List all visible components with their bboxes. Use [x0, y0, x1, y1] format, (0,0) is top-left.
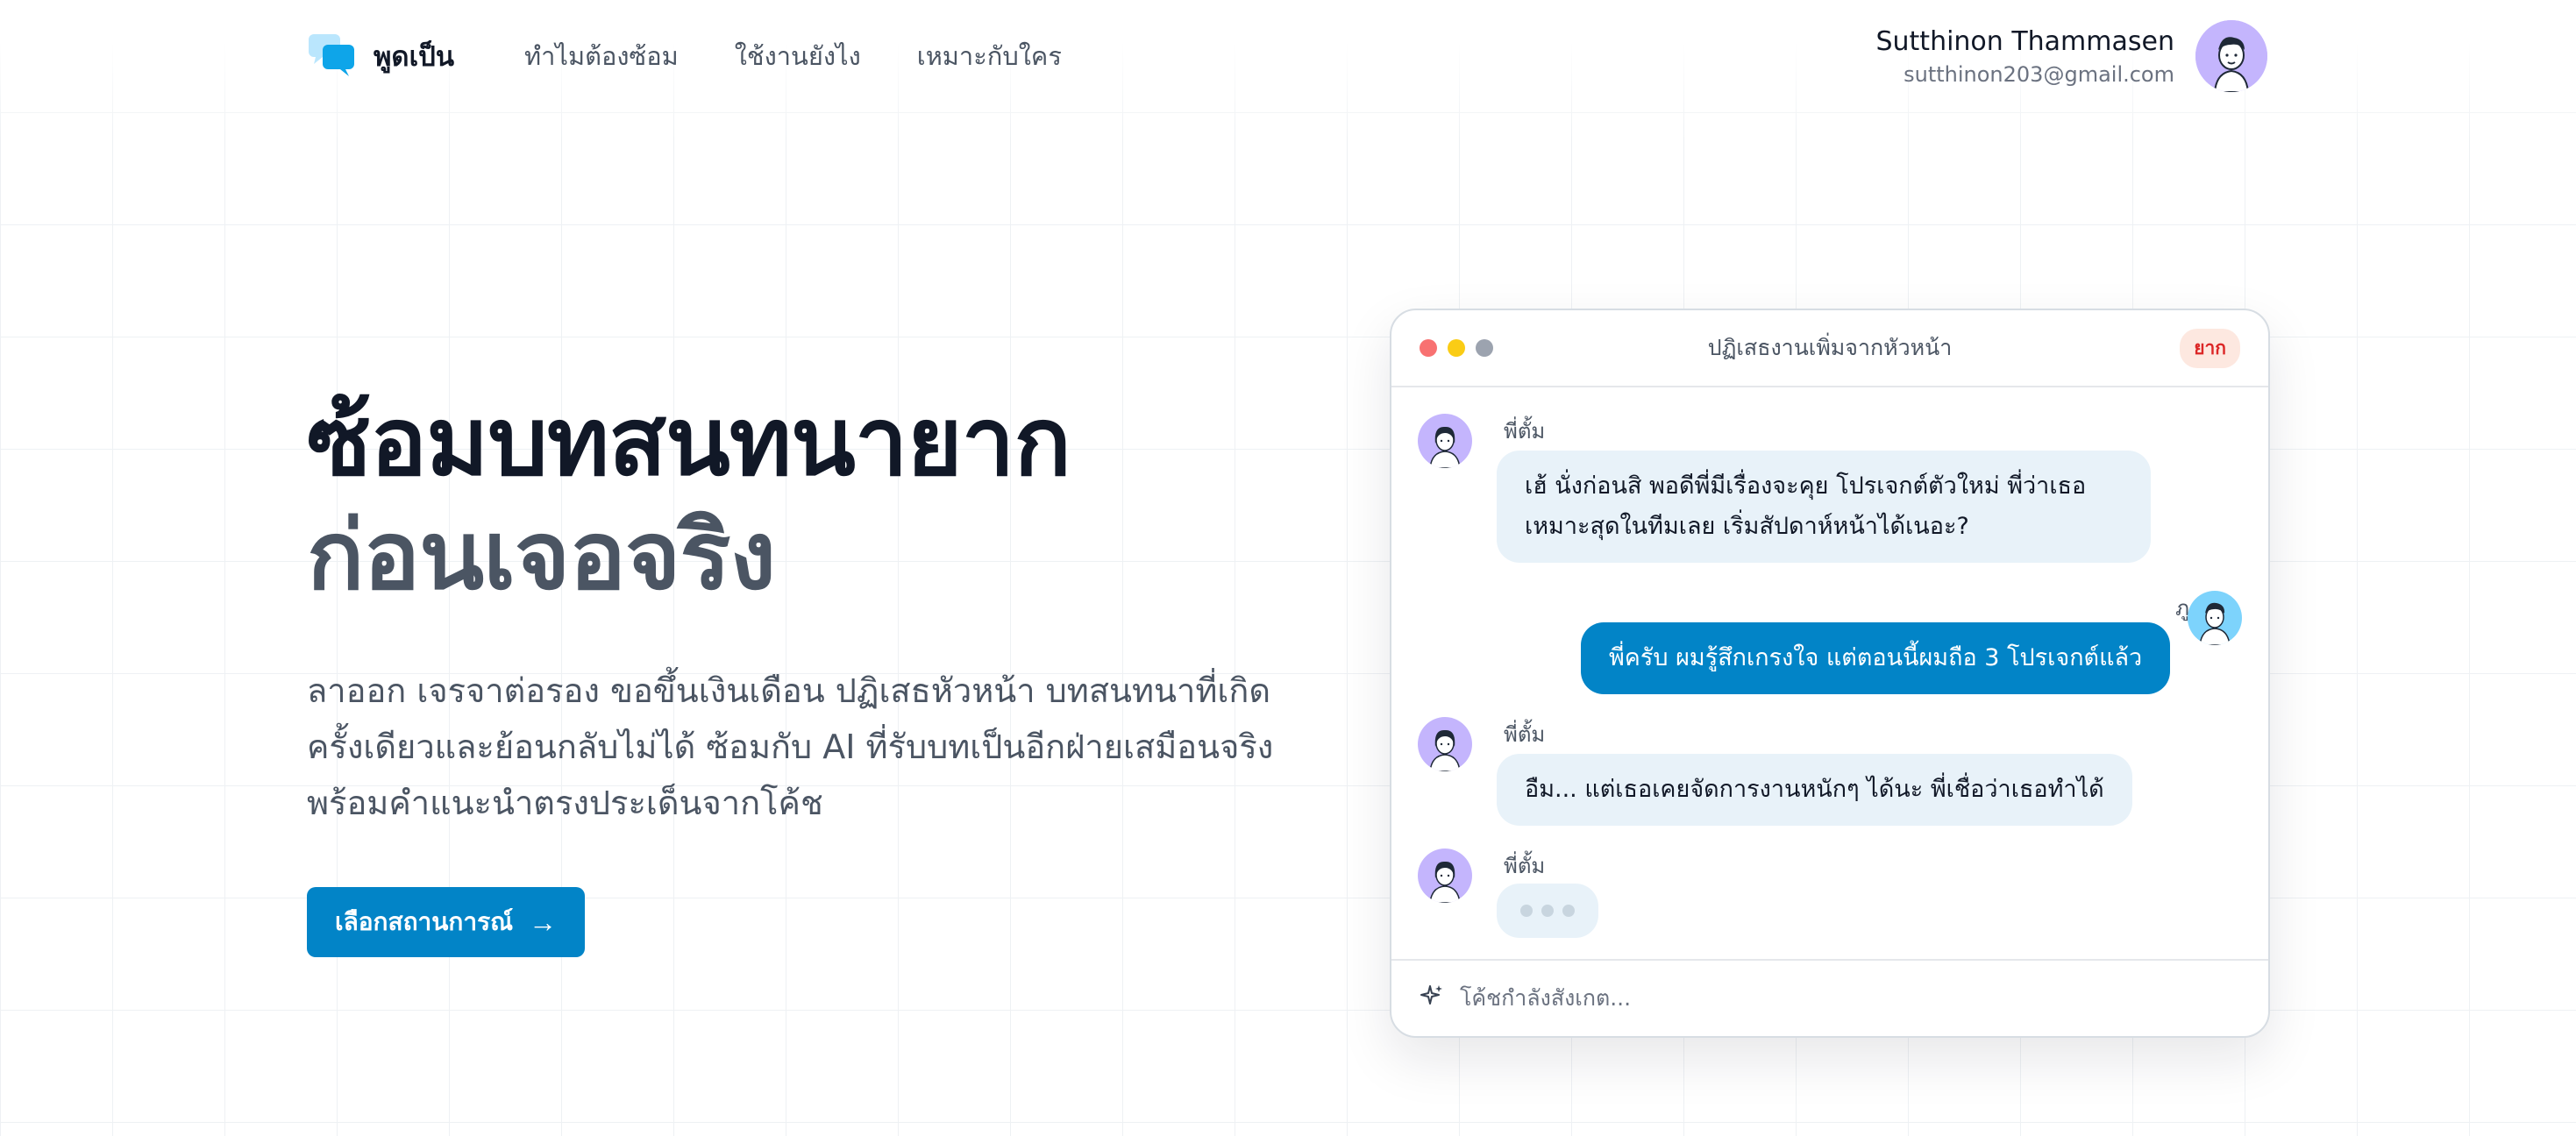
chat-window-header: ปฏิเสธงานเพิ่มจากหัวหน้า ยาก: [1391, 310, 2268, 387]
scenario-title: ปฏิเสธงานเพิ่มจากหัวหน้า: [1707, 335, 1953, 360]
nav-link-who[interactable]: เหมาะกับใคร: [917, 36, 1062, 76]
message-sender: พี่ตั้ม: [1504, 722, 1546, 747]
hero-title-line2: ก่อนเจอจริง: [307, 501, 776, 611]
hero-section: ซ้อมบทสนทนายาก ก่อนเจอจริง ลาออก เจรจาต่…: [307, 386, 1341, 957]
coach-status-text: โค้ชกำลังสังเกต...: [1460, 985, 1632, 1011]
typing-dot: [1520, 905, 1533, 917]
brand[interactable]: พูดเป็น: [307, 32, 454, 80]
message-sender: พี่ตั้ม: [1504, 419, 1546, 444]
sparkle-icon: [1420, 983, 1444, 1013]
message-sender: ภู: [2175, 596, 2189, 621]
difficulty-badge: ยาก: [2180, 328, 2240, 368]
coach-status-bar: โค้ชกำลังสังเกต...: [1391, 959, 2268, 1036]
arrow-right-icon: →: [529, 905, 558, 938]
hero-title-line1: ซ้อมบทสนทนายาก: [307, 387, 1071, 497]
nav-link-how[interactable]: ใช้งานยังไง: [735, 36, 861, 76]
chat-messages: พี่ตั้ม เฮ้ นั่งก่อนสิ พอดีพี่มีเรื่องจะ…: [1391, 387, 2268, 959]
message-bubble-incoming: อืม... แต่เธอเคยจัดการงานหนักๆ ได้นะ พี่…: [1497, 754, 2132, 826]
boss-avatar: [1418, 717, 1472, 771]
chat-preview-window: ปฏิเสธงานเพิ่มจากหัวหน้า ยาก พี่ตั้ม เฮ้…: [1390, 309, 2270, 1038]
message-text-line: เฮ้ นั่งก่อนสิ พอดีพี่มีเรื่องจะคุย โปรเ…: [1525, 472, 2087, 500]
typing-dot: [1562, 905, 1575, 917]
chat-bubbles-logo-icon: [307, 32, 358, 80]
message-text-line: เหมาะสุดในทีมเลย เริ่มสัปดาห์หน้าได้เนอะ…: [1525, 513, 1969, 540]
choose-scenario-label: เลือกสถานการณ์: [335, 908, 514, 935]
choose-scenario-button[interactable]: เลือกสถานการณ์ →: [307, 887, 586, 957]
user-avatar-small: [2188, 591, 2242, 645]
typing-indicator: [1497, 884, 1598, 938]
user-avatar[interactable]: [2195, 20, 2267, 92]
user-name: Sutthinon Thammasen: [1875, 25, 2174, 57]
typing-dot: [1541, 905, 1554, 917]
user-email: sutthinon203@gmail.com: [1904, 61, 2174, 87]
message-bubble-incoming: เฮ้ นั่งก่อนสิ พอดีพี่มีเรื่องจะคุย โปรเ…: [1497, 451, 2151, 563]
brand-name: พูดเป็น: [374, 41, 455, 73]
nav-links: ทำไมต้องซ้อม ใช้งานยังไง เหมาะกับใคร: [524, 36, 1062, 76]
top-nav: พูดเป็น ทำไมต้องซ้อม ใช้งานยังไง เหมาะกั…: [307, 19, 2267, 93]
boss-avatar: [1418, 414, 1472, 468]
message-bubble-outgoing: พี่ครับ ผมรู้สึกเกรงใจ แต่ตอนนี้ผมถือ 3 …: [1581, 622, 2171, 694]
boss-avatar: [1418, 848, 1472, 903]
message-sender: พี่ตั้ม: [1504, 854, 1546, 878]
nav-link-why[interactable]: ทำไมต้องซ้อม: [524, 36, 679, 76]
user-menu[interactable]: Sutthinon Thammasen sutthinon203@gmail.c…: [1875, 20, 2267, 92]
hero-subtitle: ลาออก เจรจาต่อรอง ขอขึ้นเงินเดือน ปฏิเสธ…: [307, 671, 1274, 822]
